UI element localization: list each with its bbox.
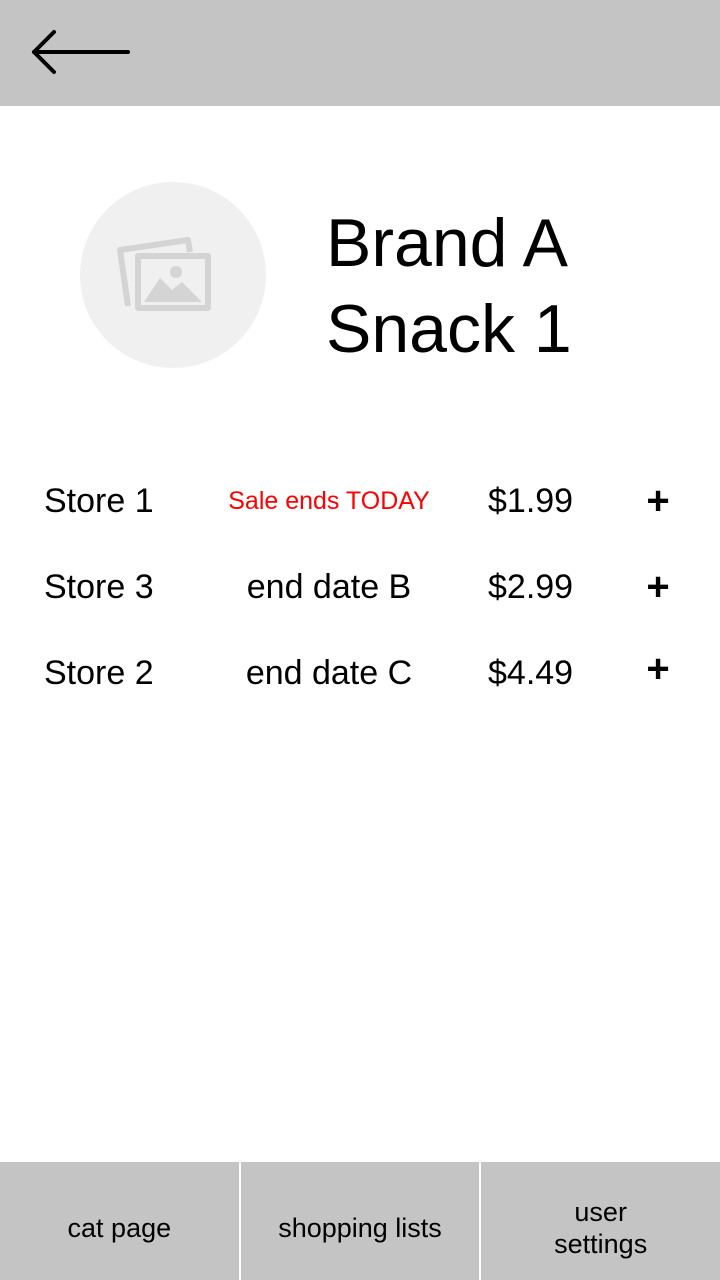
top-app-bar (0, 0, 720, 106)
product-image (80, 182, 266, 368)
store-offers-list: Store 1 Sale ends TODAY $1.99 + Store 3 … (0, 458, 720, 716)
add-to-list-button[interactable]: + (636, 544, 680, 630)
offer-row: Store 3 end date B $2.99 + (0, 544, 720, 630)
store-name: Store 2 (44, 654, 154, 692)
nav-label: shopping lists (278, 1213, 442, 1243)
offer-row: Store 1 Sale ends TODAY $1.99 + (0, 458, 720, 544)
price: $1.99 (488, 482, 574, 520)
price: $2.99 (488, 568, 574, 606)
image-placeholder-icon (117, 237, 211, 311)
sale-end-date: end date B (246, 568, 412, 606)
nav-cat-page[interactable]: cat page (0, 1162, 239, 1280)
product-title: Brand A Snack 1 (326, 200, 706, 372)
product-brand: Brand A (326, 205, 568, 281)
add-to-list-button[interactable]: + (636, 458, 680, 544)
sale-end-date: end date C (245, 654, 413, 692)
store-name: Store 3 (44, 568, 154, 606)
nav-label: user settings (554, 1197, 648, 1259)
nav-label: cat page (67, 1213, 172, 1243)
offer-row: Store 2 end date C $4.49 + (0, 630, 720, 716)
nav-user-settings[interactable]: user settings (479, 1162, 720, 1280)
arrow-left-icon (32, 30, 130, 74)
back-button[interactable] (22, 18, 142, 88)
product-name: Snack 1 (326, 291, 572, 367)
sale-end-date: Sale ends TODAY (228, 487, 430, 515)
bottom-navigation: cat page shopping lists user settings (0, 1162, 720, 1280)
store-name: Store 1 (44, 482, 154, 520)
add-to-list-button[interactable]: + (636, 630, 680, 716)
price: $4.49 (488, 654, 574, 692)
nav-shopping-lists[interactable]: shopping lists (238, 1162, 480, 1280)
